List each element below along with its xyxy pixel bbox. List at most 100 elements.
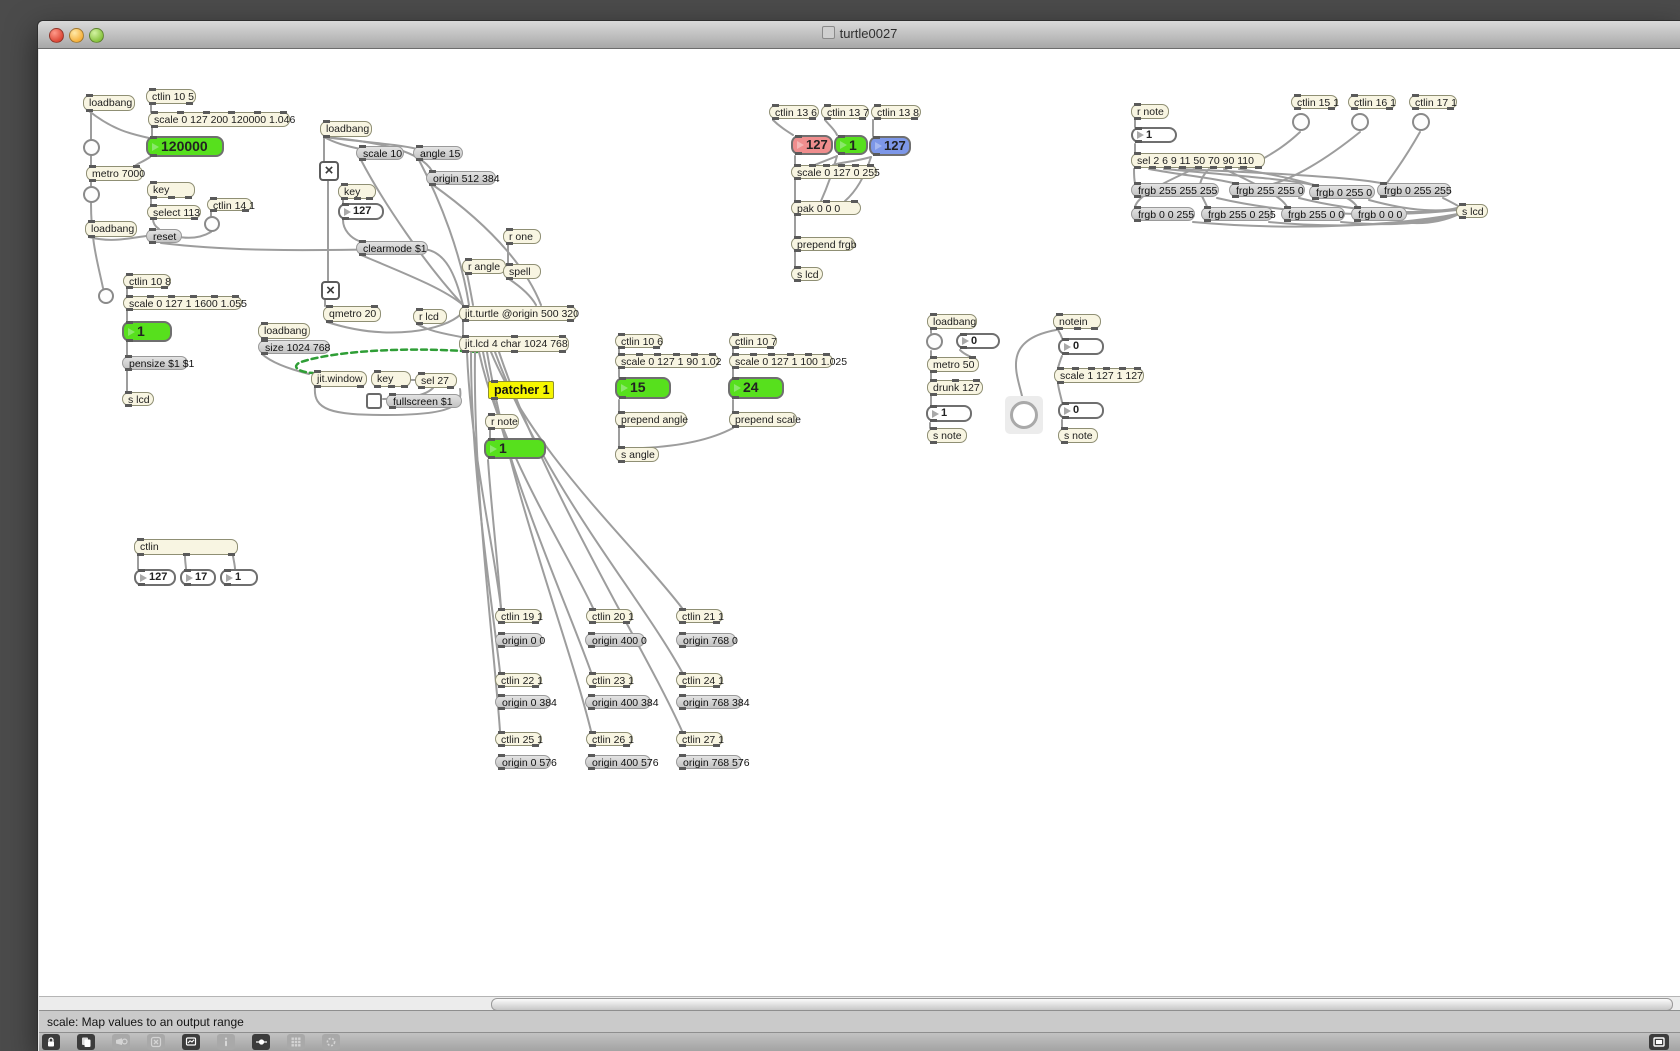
frgb-0-0-0[interactable]: frgb 0 0 0	[1351, 207, 1407, 221]
inlet-stub[interactable]	[691, 353, 698, 356]
frgb-255-255-255[interactable]: frgb 255 255 255	[1131, 183, 1219, 197]
outlet-stub[interactable]	[767, 346, 774, 349]
outlet-stub[interactable]	[462, 319, 469, 322]
outlet-stub[interactable]	[930, 419, 937, 422]
inlet-stub[interactable]	[654, 353, 661, 356]
outlet-stub[interactable]	[1232, 195, 1239, 198]
outlet-stub[interactable]	[366, 197, 373, 200]
number-note-f[interactable]: 1	[1131, 127, 1177, 143]
inlet-stub[interactable]	[462, 305, 469, 308]
outlet-stub[interactable]	[224, 583, 231, 586]
outlet-stub[interactable]	[498, 744, 505, 747]
outlet-stub[interactable]	[125, 368, 132, 371]
inlet-stub[interactable]	[511, 335, 518, 338]
inlet-stub[interactable]	[498, 694, 505, 697]
inlet-stub[interactable]	[149, 88, 156, 91]
outlet-stub[interactable]	[732, 366, 739, 369]
outlet-stub[interactable]	[623, 685, 630, 688]
inlet-stub[interactable]	[314, 370, 321, 373]
outlet-stub[interactable]	[588, 767, 595, 770]
outlet-stub[interactable]	[186, 102, 193, 105]
inlet-stub[interactable]	[418, 372, 425, 375]
inlet-stub[interactable]	[559, 335, 566, 338]
outlet-stub[interactable]	[137, 553, 144, 556]
outlet-stub[interactable]	[341, 197, 348, 200]
r-note-d[interactable]: r note	[485, 414, 519, 429]
outlet-stub[interactable]	[1056, 327, 1063, 330]
outlet-stub[interactable]	[506, 277, 513, 280]
number-blue[interactable]: 127	[869, 136, 911, 156]
horizontal-scrollbar[interactable]	[39, 996, 1680, 1011]
outlet-stub[interactable]	[732, 346, 739, 349]
outlet-stub[interactable]	[488, 427, 495, 430]
title-bar[interactable]: turtle0027	[38, 21, 1680, 49]
outlet-stub[interactable]	[930, 441, 937, 444]
inlet-stub[interactable]	[589, 731, 596, 734]
frgb-255-0-255[interactable]: frgb 255 0 255	[1201, 207, 1273, 221]
inlet-stub[interactable]	[1062, 338, 1069, 341]
outlet-stub[interactable]	[679, 744, 686, 747]
inlet-stub[interactable]	[588, 632, 595, 635]
outlet-stub[interactable]	[618, 366, 625, 369]
inlet-stub[interactable]	[823, 353, 830, 356]
camera-icon[interactable]	[112, 1034, 130, 1050]
outlet-stub[interactable]	[1380, 195, 1387, 198]
inlet-stub[interactable]	[371, 305, 378, 308]
outlet-stub[interactable]	[588, 707, 595, 710]
inlet-stub[interactable]	[506, 263, 513, 266]
number-127-c[interactable]: 127	[338, 203, 384, 220]
ctlin-10-7[interactable]: ctlin 10 7	[729, 334, 777, 348]
outlet-stub[interactable]	[859, 117, 866, 120]
outlet-stub[interactable]	[679, 685, 686, 688]
outlet-stub[interactable]	[618, 460, 625, 463]
ctlin-19-1[interactable]: ctlin 19 1	[495, 609, 542, 623]
ctlin-bare[interactable]: ctlin	[134, 539, 238, 555]
sel-notes[interactable]: sel 2 6 9 11 50 70 90 110	[1131, 153, 1265, 168]
outlet-stub[interactable]	[713, 744, 720, 747]
inlet-stub[interactable]	[1135, 127, 1142, 130]
outlet-stub[interactable]	[824, 117, 831, 120]
send-lcd-e[interactable]: s lcd	[791, 267, 823, 281]
outlet-stub[interactable]	[359, 158, 366, 161]
inlet-stub[interactable]	[326, 305, 333, 308]
inlet-stub[interactable]	[794, 236, 801, 239]
inlet-stub[interactable]	[1204, 206, 1211, 209]
outlet-stub[interactable]	[795, 152, 802, 155]
outlet-stub[interactable]	[498, 767, 505, 770]
outlet-stub[interactable]	[1164, 166, 1171, 169]
outlet-stub[interactable]	[1135, 140, 1142, 143]
inlet-stub[interactable]	[772, 104, 779, 107]
inlet-stub[interactable]	[137, 538, 144, 541]
inlet-stub[interactable]	[679, 632, 686, 635]
outlet-stub[interactable]	[874, 117, 881, 120]
outlet-stub[interactable]	[242, 209, 249, 212]
big-bang[interactable]	[1005, 396, 1043, 434]
inlet-stub[interactable]	[679, 694, 686, 697]
outlet-stub[interactable]	[679, 767, 686, 770]
inlet-stub[interactable]	[506, 228, 513, 231]
inlet-stub[interactable]	[1351, 94, 1358, 97]
outlet-stub[interactable]	[416, 322, 423, 325]
inlet-stub[interactable]	[1134, 103, 1141, 106]
outlet-stub[interactable]	[498, 621, 505, 624]
inlet-stub[interactable]	[750, 353, 757, 356]
outlet-stub[interactable]	[589, 685, 596, 688]
pak-0-0-0[interactable]: pak 0 0 0	[791, 201, 861, 215]
outlet-stub[interactable]	[138, 583, 145, 586]
number-h3[interactable]: 1	[220, 569, 258, 586]
origin-400-576[interactable]: origin 400 576	[585, 755, 651, 769]
ctlin-10-8[interactable]: ctlin 10 8	[123, 274, 171, 288]
inlet-stub[interactable]	[168, 295, 175, 298]
origin-0-384[interactable]: origin 0 384	[495, 695, 551, 709]
inlet-stub[interactable]	[86, 94, 93, 97]
drunk-127[interactable]: drunk 127	[927, 380, 983, 395]
metro-7000[interactable]: metro 7000	[86, 166, 143, 181]
outlet-stub[interactable]	[88, 235, 95, 238]
outlet-stub[interactable]	[183, 553, 190, 556]
outlet-stub[interactable]	[619, 396, 626, 399]
inlet-stub[interactable]	[732, 353, 739, 356]
origin-768-576[interactable]: origin 768 576	[676, 755, 742, 769]
ctlin-25-1[interactable]: ctlin 25 1	[495, 732, 542, 746]
outlet-stub[interactable]	[713, 621, 720, 624]
outlet-stub[interactable]	[1225, 166, 1232, 169]
